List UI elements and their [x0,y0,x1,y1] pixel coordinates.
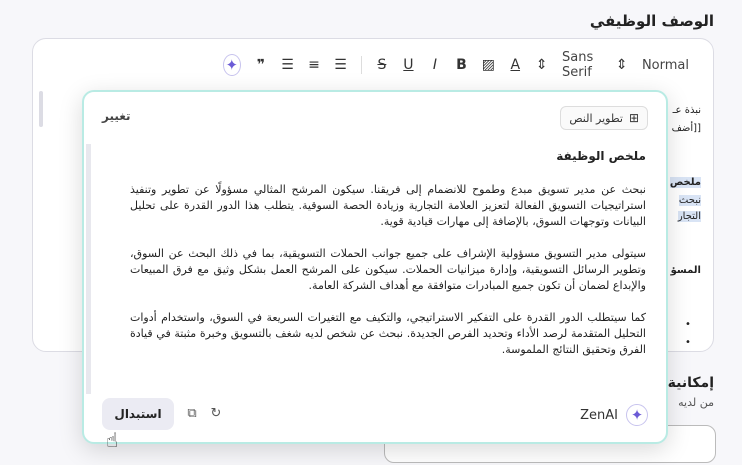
align-icon[interactable]: ☰ [281,57,294,73]
highlight-icon[interactable]: ▨ [482,57,495,73]
ai-rewrite-popup: ⊞ تطوير النص تغيير ملخص الوظيفة نبحث عن … [82,90,668,444]
font-dropdown[interactable]: Sans Serif ⇕ [562,50,628,80]
content-scrollbar[interactable] [86,144,91,394]
section-title: الوصف الوظيفي [589,12,714,30]
bold-icon[interactable]: B [455,57,468,73]
document-plus-icon: ⊞ [628,111,639,125]
ai-popup-footer: استبدال ⧉ ↻ ✦ ZenAI [98,398,652,432]
editor-text-line: المسؤ [670,265,701,276]
editor-text-line: ملخص [669,177,701,188]
size-dropdown-label: Normal [641,57,689,73]
font-dropdown-label: Sans Serif [562,50,594,80]
replace-button[interactable]: استبدال [102,398,174,430]
text-color-icon[interactable]: A [509,57,522,73]
toolbar-divider [360,56,362,74]
editor-text-line: نبذة عـ [672,105,701,116]
develop-text-label: تطوير النص [569,111,623,125]
editor-text-line: نبحث [678,195,701,206]
zenai-brand: ✦ ZenAI [580,404,648,426]
hand-cursor-icon: ☝ [106,428,119,452]
bullet-marker: • [685,337,691,348]
ai-sparkle-icon: ✦ [626,404,648,426]
chevron-updown-icon: ⇕ [615,57,628,73]
refresh-icon[interactable]: ↻ [208,406,224,422]
editor-text-line: التجار [677,211,701,222]
ai-popup-header: ⊞ تطوير النص تغيير [98,104,652,130]
change-button[interactable]: تغيير [102,109,131,123]
italic-icon[interactable]: I [429,57,442,73]
editor-scrollbar[interactable] [39,91,43,127]
copy-icon[interactable]: ⧉ [184,406,200,422]
bullet-list-icon[interactable]: ☰ [334,57,347,73]
ai-generated-text: ملخص الوظيفة نبحث عن مدير تسويق مبدع وطم… [130,148,646,374]
zenai-label: ZenAI [580,407,618,423]
underline-icon[interactable]: U [402,57,415,73]
ai-content-area[interactable]: ملخص الوظيفة نبحث عن مدير تسويق مبدع وطم… [86,144,652,394]
content-paragraph: كما سيتطلب الدور القدرة على التفكير الاس… [130,311,646,356]
strikethrough-icon[interactable]: S [376,57,389,73]
availability-title: إمكانية [667,375,714,391]
content-paragraph: نبحث عن مدير تسويق مبدع وطموح للانضمام إ… [130,183,646,228]
chevron-updown-icon[interactable]: ⇕ [536,57,549,73]
availability-subtitle: من لديه [678,396,714,409]
ai-sparkle-icon[interactable]: ✦ [223,54,241,76]
bullet-marker: • [685,319,691,330]
editor-text-line: [[أضف [671,123,701,134]
ordered-list-icon[interactable]: ≡ [308,57,321,73]
develop-text-button[interactable]: ⊞ تطوير النص [560,106,648,130]
size-dropdown[interactable]: Normal [642,58,689,73]
content-paragraph: سيتولى مدير التسويق مسؤولية الإشراف على … [130,247,646,292]
content-heading: ملخص الوظيفة [556,149,646,163]
editor-toolbar: Normal Sans Serif ⇕ ⇕ A ▨ B I U S ☰ ≡ ☰ … [223,50,689,80]
quote-icon[interactable]: ❞ [255,57,268,73]
